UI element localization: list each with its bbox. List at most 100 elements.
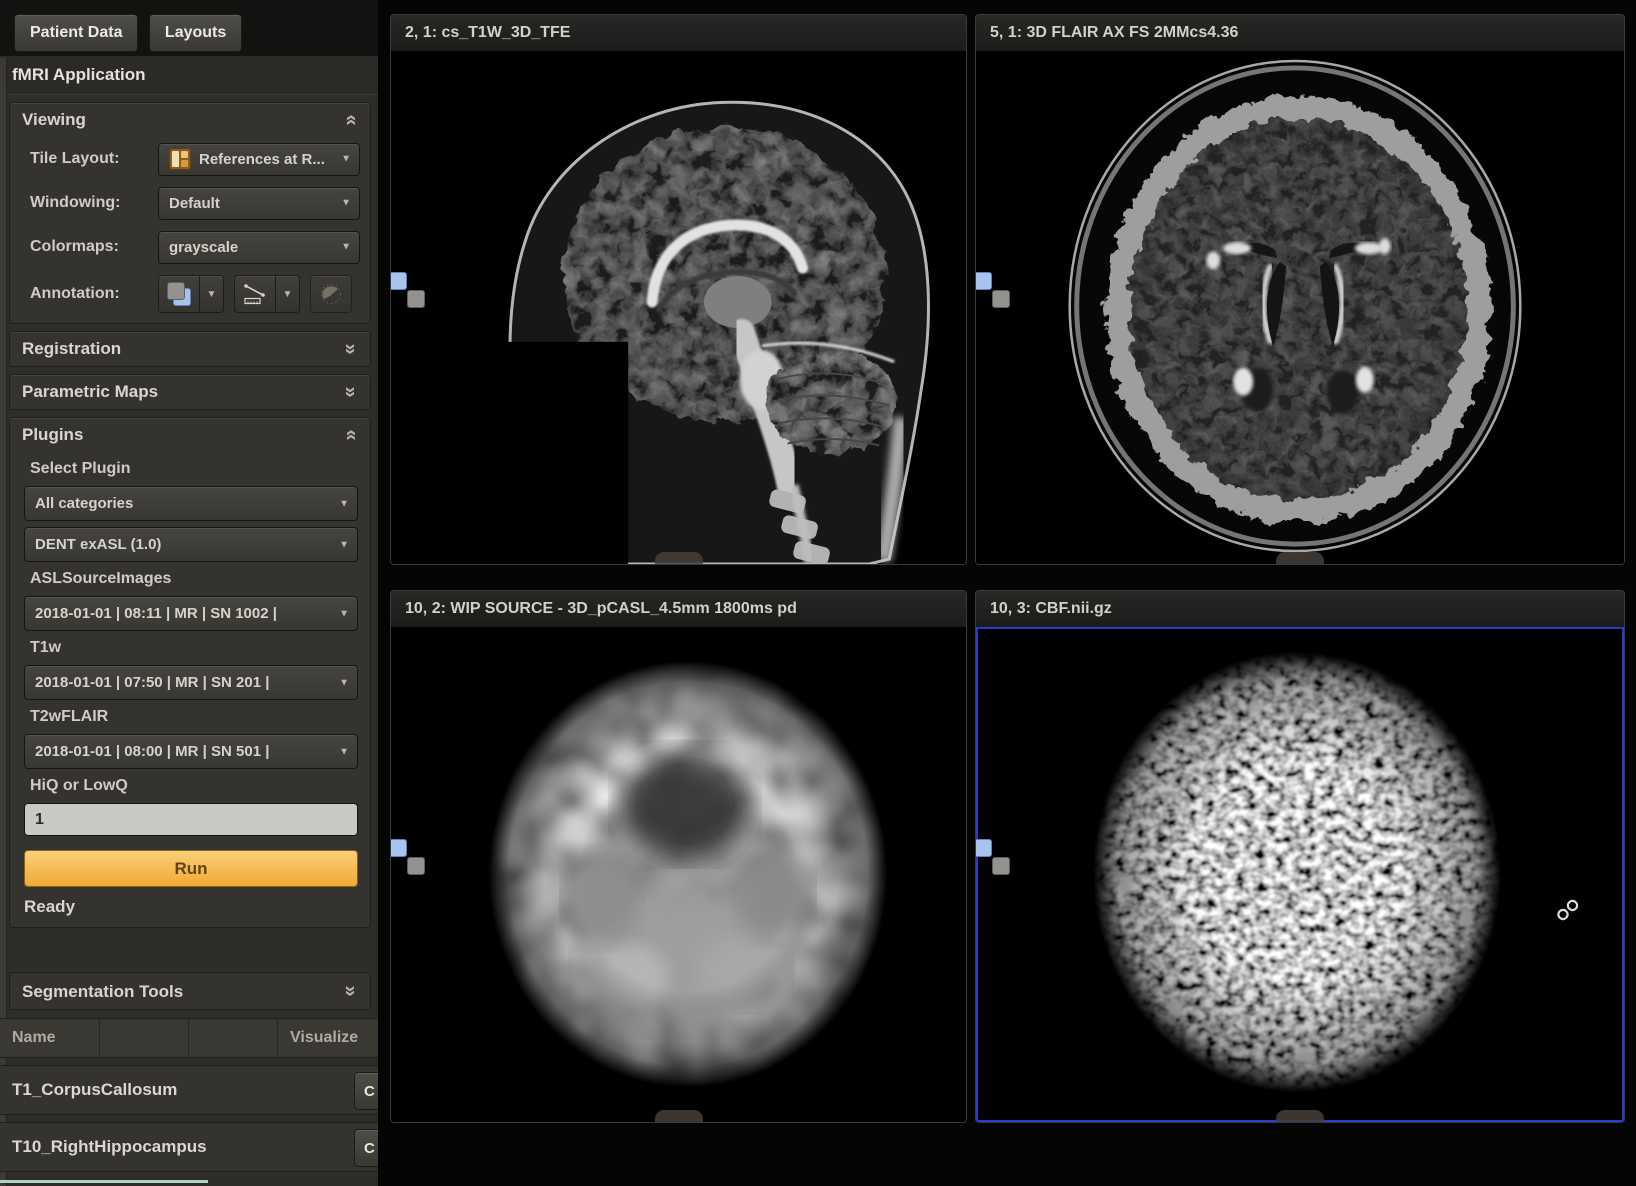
column-header-name[interactable]: Name: [0, 1019, 100, 1057]
parametric-maps-title: Parametric Maps: [22, 382, 158, 401]
plugins-title: Plugins: [22, 425, 83, 444]
windowing-row: Windowing: Default: [10, 181, 370, 225]
colormaps-dropdown[interactable]: grayscale: [158, 231, 360, 264]
viewport-title-bar[interactable]: 2, 1: cs_T1W_3D_TFE: [391, 15, 966, 52]
plugin-category-value: All categories: [35, 495, 133, 512]
aslsource-dropdown[interactable]: 2018-01-01 | 08:11 | MR | SN 1002 |: [24, 596, 358, 631]
viewport-handle[interactable]: [655, 1110, 703, 1123]
windowing-dropdown[interactable]: Default: [158, 187, 360, 220]
viewport-image-asl-source[interactable]: [391, 627, 966, 1122]
aslsource-label: ASLSourceImages: [10, 562, 370, 590]
segmentation-name: T10_RightHippocampus: [12, 1137, 207, 1157]
segmentation-title: Segmentation Tools: [22, 982, 183, 1001]
viewport-title: 10, 2: WIP SOURCE - 3D_pCASL_4.5mm 1800m…: [405, 600, 797, 617]
viewport-asl-source: 10, 2: WIP SOURCE - 3D_pCASL_4.5mm 1800m…: [390, 590, 967, 1123]
app-title: fMRI Application: [0, 56, 378, 95]
measure-icon: [242, 282, 268, 306]
mri-sagittal-image: [391, 51, 966, 564]
viewing-title: Viewing: [22, 110, 86, 129]
t1w-value: 2018-01-01 | 07:50 | MR | SN 201 |: [35, 674, 269, 691]
hiq-label: HiQ or LowQ: [10, 769, 370, 797]
sidebar-tabs: Patient Data Layouts: [0, 0, 378, 56]
segmentation-block: Segmentation Tools » Name Visualize T1_C…: [0, 972, 378, 1172]
plugins-panel-header[interactable]: Plugins »: [10, 418, 370, 452]
registration-panel: Registration »: [9, 331, 371, 367]
viewport-image-cbf[interactable]: [976, 627, 1624, 1122]
control-sidebar: Patient Data Layouts fMRI Application Vi…: [0, 0, 378, 1186]
measure-dropdown[interactable]: ▼: [276, 275, 300, 313]
viewing-panel-header[interactable]: Viewing »: [10, 103, 370, 137]
segmentation-name: T1_CorpusCallosum: [12, 1080, 177, 1100]
windowing-value: Default: [169, 195, 220, 212]
segmentation-panel-header[interactable]: Segmentation Tools »: [9, 972, 371, 1010]
viewport-handle[interactable]: [1276, 1110, 1324, 1123]
colormaps-value: grayscale: [169, 239, 238, 256]
column-header-blank-2[interactable]: [189, 1019, 278, 1057]
viewport-title: 10, 3: CBF.nii.gz: [990, 600, 1112, 617]
colormaps-row: Colormaps: grayscale: [10, 225, 370, 269]
hiq-input[interactable]: [24, 803, 358, 836]
tile-layout-row: Tile Layout: References at R...: [10, 137, 370, 181]
table-row[interactable]: T1_CorpusCallosum C: [0, 1065, 378, 1115]
registration-title: Registration: [22, 339, 121, 358]
visualize-button[interactable]: C: [354, 1072, 378, 1110]
layers-icon: [167, 282, 191, 306]
protractor-button[interactable]: [310, 275, 352, 313]
windowing-label: Windowing:: [30, 194, 158, 212]
parametric-maps-panel-header[interactable]: Parametric Maps »: [10, 375, 370, 409]
viewport-axial-flair: 5, 1: 3D FLAIR AX FS 2MMcs4.36: [975, 14, 1625, 565]
link-button[interactable]: [1556, 899, 1580, 928]
link-icon: [1556, 899, 1580, 923]
viewport-image-axial-flair[interactable]: [976, 51, 1624, 564]
registration-panel-header[interactable]: Registration »: [10, 332, 370, 366]
t1w-label: T1w: [10, 631, 370, 659]
progress-indicator-line: [0, 1180, 208, 1183]
tile-layout-value: References at R...: [199, 151, 325, 168]
plugin-category-dropdown[interactable]: All categories: [24, 486, 358, 521]
segmentation-table: Name Visualize T1_CorpusCallosum C T10_R…: [0, 1018, 378, 1172]
annotation-layers-dropdown[interactable]: ▼: [200, 275, 224, 313]
run-button[interactable]: Run: [24, 850, 358, 887]
plugin-status: Ready: [10, 887, 370, 927]
caret-down-icon: ▼: [283, 289, 293, 300]
t2wflair-dropdown[interactable]: 2018-01-01 | 08:00 | MR | SN 501 |: [24, 734, 358, 769]
viewport-cbf-map: 10, 3: CBF.nii.gz: [975, 590, 1625, 1123]
t1w-dropdown[interactable]: 2018-01-01 | 07:50 | MR | SN 201 |: [24, 665, 358, 700]
viewport-title-bar[interactable]: 10, 2: WIP SOURCE - 3D_pCASL_4.5mm 1800m…: [391, 591, 966, 628]
aslsource-value: 2018-01-01 | 08:11 | MR | SN 1002 |: [35, 605, 277, 622]
tab-layouts[interactable]: Layouts: [149, 14, 242, 52]
column-header-visualize[interactable]: Visualize: [278, 1019, 378, 1057]
annotation-label: Annotation:: [30, 285, 158, 303]
plugin-select-dropdown[interactable]: DENT exASL (1.0): [24, 527, 358, 562]
column-header-blank-1[interactable]: [100, 1019, 189, 1057]
caret-down-icon: ▼: [207, 289, 217, 300]
tile-layout-icon: [169, 148, 191, 170]
parametric-maps-panel: Parametric Maps »: [9, 374, 371, 410]
select-plugin-label: Select Plugin: [10, 452, 370, 480]
table-row[interactable]: T10_RightHippocampus C: [0, 1122, 378, 1172]
viewport-handle[interactable]: [1276, 552, 1324, 565]
viewport-title-bar[interactable]: 5, 1: 3D FLAIR AX FS 2MMcs4.36: [976, 15, 1624, 52]
measure-button[interactable]: [234, 275, 276, 313]
viewing-panel: Viewing » Tile Layout: References at R..…: [9, 102, 371, 324]
mri-asl-image: [391, 627, 966, 1122]
mri-flair-image: [976, 51, 1624, 564]
viewport-handle[interactable]: [655, 552, 703, 565]
viewport-image-sagittal-t1[interactable]: [391, 51, 966, 564]
t2wflair-value: 2018-01-01 | 08:00 | MR | SN 501 |: [35, 743, 269, 760]
viewport-title: 5, 1: 3D FLAIR AX FS 2MMcs4.36: [990, 24, 1238, 41]
protractor-icon: [319, 282, 343, 306]
tile-layout-dropdown[interactable]: References at R...: [158, 143, 360, 176]
mri-cbf-image: [978, 629, 1622, 1120]
segmentation-table-header: Name Visualize: [0, 1018, 378, 1058]
viewport-title: 2, 1: cs_T1W_3D_TFE: [405, 24, 570, 41]
colormaps-label: Colormaps:: [30, 238, 158, 256]
tab-patient-data[interactable]: Patient Data: [14, 14, 138, 52]
annotation-layers-button[interactable]: [158, 275, 200, 313]
visualize-button[interactable]: C: [354, 1129, 378, 1167]
tile-layout-label: Tile Layout:: [30, 150, 158, 168]
plugin-select-value: DENT exASL (1.0): [35, 536, 161, 553]
t2wflair-label: T2wFLAIR: [10, 700, 370, 728]
viewport-sagittal-t1: 2, 1: cs_T1W_3D_TFE: [390, 14, 967, 565]
viewport-title-bar[interactable]: 10, 3: CBF.nii.gz: [976, 591, 1624, 628]
